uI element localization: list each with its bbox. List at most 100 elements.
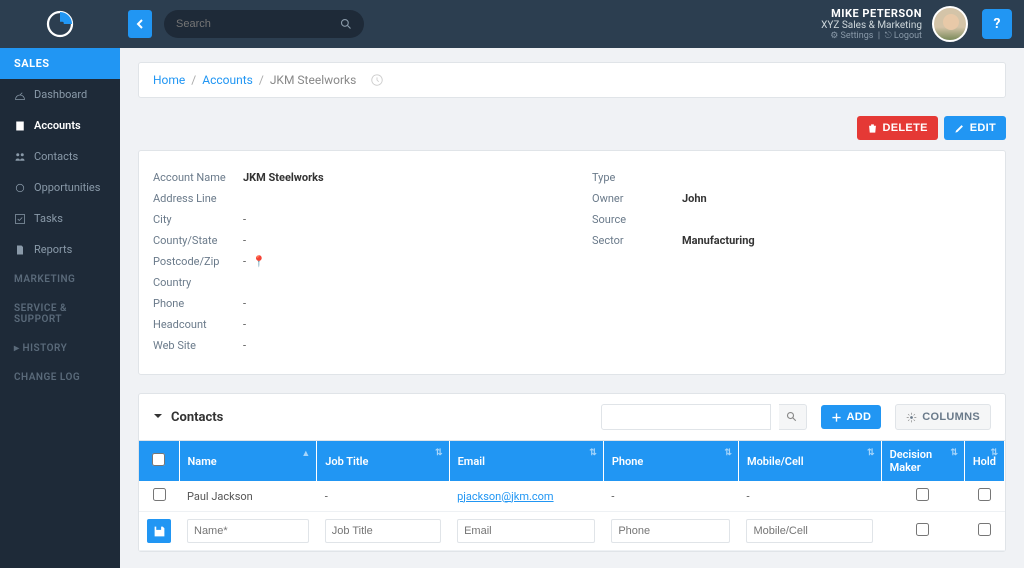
sidebar-section-marketing[interactable]: MARKETING bbox=[0, 265, 120, 294]
plus-icon bbox=[831, 412, 842, 423]
sidebar-toggle-button[interactable] bbox=[128, 10, 152, 38]
detail-label: City bbox=[153, 213, 243, 226]
contact-hold-checkbox[interactable] bbox=[978, 488, 991, 501]
topbar: MIKE PETERSON XYZ Sales & Marketing ⚙ Se… bbox=[0, 0, 1024, 48]
detail-label: Source bbox=[592, 213, 682, 226]
detail-row: Type bbox=[592, 167, 991, 188]
detail-label: Owner bbox=[592, 192, 682, 205]
detail-label: Headcount bbox=[153, 318, 243, 331]
col-mobile[interactable]: Mobile/Cell⇅ bbox=[738, 441, 881, 481]
sidebar-section-history[interactable]: ▸ HISTORY bbox=[0, 334, 120, 363]
sidebar-section-changelog[interactable]: CHANGE LOG bbox=[0, 363, 120, 392]
settings-link[interactable]: ⚙ Settings bbox=[830, 31, 873, 41]
sidebar-item-opportunities[interactable]: Opportunities bbox=[0, 172, 120, 203]
user-avatar[interactable] bbox=[932, 6, 968, 42]
new-contact-mobile[interactable] bbox=[746, 519, 873, 543]
new-contact-job[interactable] bbox=[325, 519, 441, 543]
contacts-search-button[interactable] bbox=[779, 404, 807, 430]
detail-row: Headcount- bbox=[153, 314, 552, 335]
detail-value: John bbox=[682, 192, 707, 205]
clock-icon bbox=[370, 73, 384, 87]
new-contact-email[interactable] bbox=[457, 519, 595, 543]
detail-value: -📍 bbox=[243, 255, 266, 268]
details-left-col: Account NameJKM SteelworksAddress LineCi… bbox=[153, 167, 552, 356]
col-hold[interactable]: Hold⇅ bbox=[964, 441, 1004, 481]
detail-value: - bbox=[243, 318, 246, 331]
col-name[interactable]: Name ▲ bbox=[179, 441, 317, 481]
contact-save-button[interactable] bbox=[147, 519, 171, 543]
dashboard-icon bbox=[14, 89, 26, 101]
contacts-table: Name ▲ Job Title⇅ Email⇅ Phone⇅ Mobile/C… bbox=[139, 441, 1005, 551]
contact-phone: - bbox=[603, 481, 738, 512]
new-contact-decision[interactable] bbox=[916, 523, 929, 536]
sidebar: SALES Dashboard Accounts Contacts Opport… bbox=[0, 48, 120, 568]
users-icon bbox=[14, 151, 26, 163]
new-contact-phone[interactable] bbox=[611, 519, 730, 543]
logo-area bbox=[0, 0, 120, 48]
detail-row: Web Site- bbox=[153, 335, 552, 356]
detail-value: Manufacturing bbox=[682, 234, 755, 247]
contact-mobile: - bbox=[738, 481, 881, 512]
detail-label: Account Name bbox=[153, 171, 243, 184]
edit-button[interactable]: EDIT bbox=[944, 116, 1006, 140]
contacts-collapse-toggle[interactable] bbox=[153, 410, 163, 424]
detail-value: JKM Steelworks bbox=[243, 171, 324, 184]
detail-value: - bbox=[243, 213, 246, 226]
breadcrumb-accounts[interactable]: Accounts bbox=[202, 73, 253, 87]
breadcrumb-home[interactable]: Home bbox=[153, 73, 185, 87]
col-decision[interactable]: Decision Maker⇅ bbox=[881, 441, 964, 481]
sidebar-item-dashboard[interactable]: Dashboard bbox=[0, 79, 120, 110]
delete-button[interactable]: DELETE bbox=[857, 116, 938, 140]
contact-new-row bbox=[139, 512, 1005, 551]
detail-value: - bbox=[243, 339, 246, 352]
col-email[interactable]: Email⇅ bbox=[449, 441, 603, 481]
breadcrumb-current: JKM Steelworks bbox=[270, 73, 357, 87]
logout-link[interactable]: ⎋ Logout bbox=[885, 31, 922, 41]
detail-row: SectorManufacturing bbox=[592, 230, 991, 251]
search-input[interactable] bbox=[176, 18, 340, 30]
detail-label: Phone bbox=[153, 297, 243, 310]
col-phone[interactable]: Phone⇅ bbox=[603, 441, 738, 481]
chevron-left-icon bbox=[135, 19, 145, 29]
building-icon bbox=[14, 120, 26, 132]
check-icon bbox=[14, 213, 26, 225]
contact-row-checkbox[interactable] bbox=[153, 488, 166, 501]
sidebar-item-reports[interactable]: Reports bbox=[0, 234, 120, 265]
contacts-add-button[interactable]: ADD bbox=[821, 405, 882, 429]
detail-row: Address Line bbox=[153, 188, 552, 209]
main-content: Home / Accounts / JKM Steelworks DELETE … bbox=[120, 48, 1024, 568]
app-logo-icon bbox=[45, 9, 75, 39]
sidebar-item-contacts[interactable]: Contacts bbox=[0, 141, 120, 172]
contacts-columns-button[interactable]: COLUMNS bbox=[895, 404, 991, 430]
contacts-search-input[interactable] bbox=[601, 404, 771, 430]
sidebar-item-accounts[interactable]: Accounts bbox=[0, 110, 120, 141]
detail-row: Postcode/Zip-📍 bbox=[153, 251, 552, 272]
col-jobtitle[interactable]: Job Title⇅ bbox=[317, 441, 449, 481]
detail-row: OwnerJohn bbox=[592, 188, 991, 209]
contact-name[interactable]: Paul Jackson bbox=[179, 481, 317, 512]
new-contact-name[interactable] bbox=[187, 519, 309, 543]
user-name: MIKE PETERSON bbox=[821, 7, 922, 20]
file-icon bbox=[14, 244, 26, 256]
details-right-col: TypeOwnerJohnSourceSectorManufacturing bbox=[592, 167, 991, 356]
contact-email[interactable]: pjackson@jkm.com bbox=[457, 490, 553, 503]
detail-row: County/State- bbox=[153, 230, 552, 251]
record-actions: DELETE EDIT bbox=[138, 116, 1006, 140]
pencil-icon bbox=[954, 123, 965, 134]
sidebar-section-sales[interactable]: SALES bbox=[0, 48, 120, 79]
help-button[interactable]: ? bbox=[982, 9, 1012, 39]
contact-decision-checkbox[interactable] bbox=[916, 488, 929, 501]
map-pin-icon[interactable]: 📍 bbox=[252, 255, 266, 268]
search-icon bbox=[340, 18, 352, 30]
new-contact-hold[interactable] bbox=[978, 523, 991, 536]
trash-icon bbox=[867, 123, 878, 134]
contacts-select-all[interactable] bbox=[139, 441, 179, 481]
sidebar-item-tasks[interactable]: Tasks bbox=[0, 203, 120, 234]
sidebar-section-service[interactable]: SERVICE & SUPPORT bbox=[0, 294, 120, 334]
detail-label: County/State bbox=[153, 234, 243, 247]
contacts-header-row: Name ▲ Job Title⇅ Email⇅ Phone⇅ Mobile/C… bbox=[139, 441, 1005, 481]
contacts-panel: Contacts ADD COLUMNS Name ▲ Job Title⇅ E… bbox=[138, 393, 1006, 552]
detail-label: Sector bbox=[592, 234, 682, 247]
detail-value: - bbox=[243, 297, 246, 310]
detail-row: City- bbox=[153, 209, 552, 230]
